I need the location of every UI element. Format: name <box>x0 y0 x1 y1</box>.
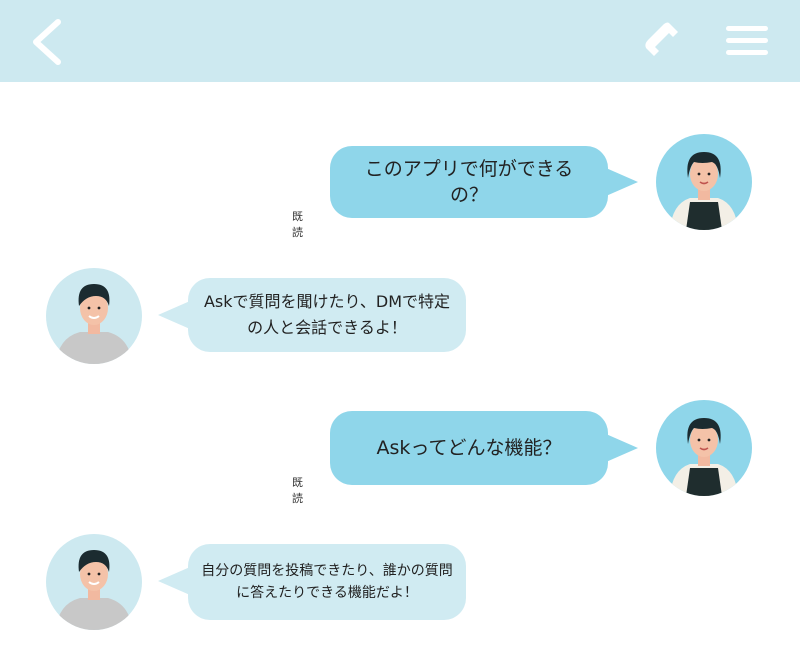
read-receipt: 既読 <box>292 476 304 505</box>
bubble-tail <box>606 168 638 196</box>
avatar[interactable] <box>656 400 752 496</box>
avatar[interactable] <box>656 134 752 230</box>
message-bubble: このアプリで何ができるの？ <box>330 146 608 218</box>
man-avatar-icon <box>46 268 142 364</box>
bubble-tail <box>158 567 190 595</box>
hamburger-menu-icon <box>726 26 768 55</box>
chevron-left-icon <box>33 19 61 65</box>
avatar[interactable] <box>46 268 142 364</box>
read-receipt: 既読 <box>292 210 304 239</box>
back-button[interactable] <box>28 18 68 66</box>
phone-icon <box>645 22 678 56</box>
message-bubble: 自分の質問を投稿できたり、誰かの質問に答えたりできる機能だよ！ <box>188 544 466 620</box>
man-avatar-icon <box>46 534 142 630</box>
woman-avatar-icon <box>656 134 752 230</box>
message-bubble: Askってどんな機能？ <box>330 411 608 485</box>
menu-button[interactable] <box>724 24 770 58</box>
bubble-tail <box>158 301 190 329</box>
call-button[interactable] <box>640 20 684 64</box>
avatar[interactable] <box>46 534 142 630</box>
bubble-tail <box>606 434 638 462</box>
woman-avatar-icon <box>656 400 752 496</box>
message-bubble: Askで質問を聞けたり、DMで特定の人と会話できるよ！ <box>188 278 466 352</box>
header-bar <box>0 0 800 82</box>
